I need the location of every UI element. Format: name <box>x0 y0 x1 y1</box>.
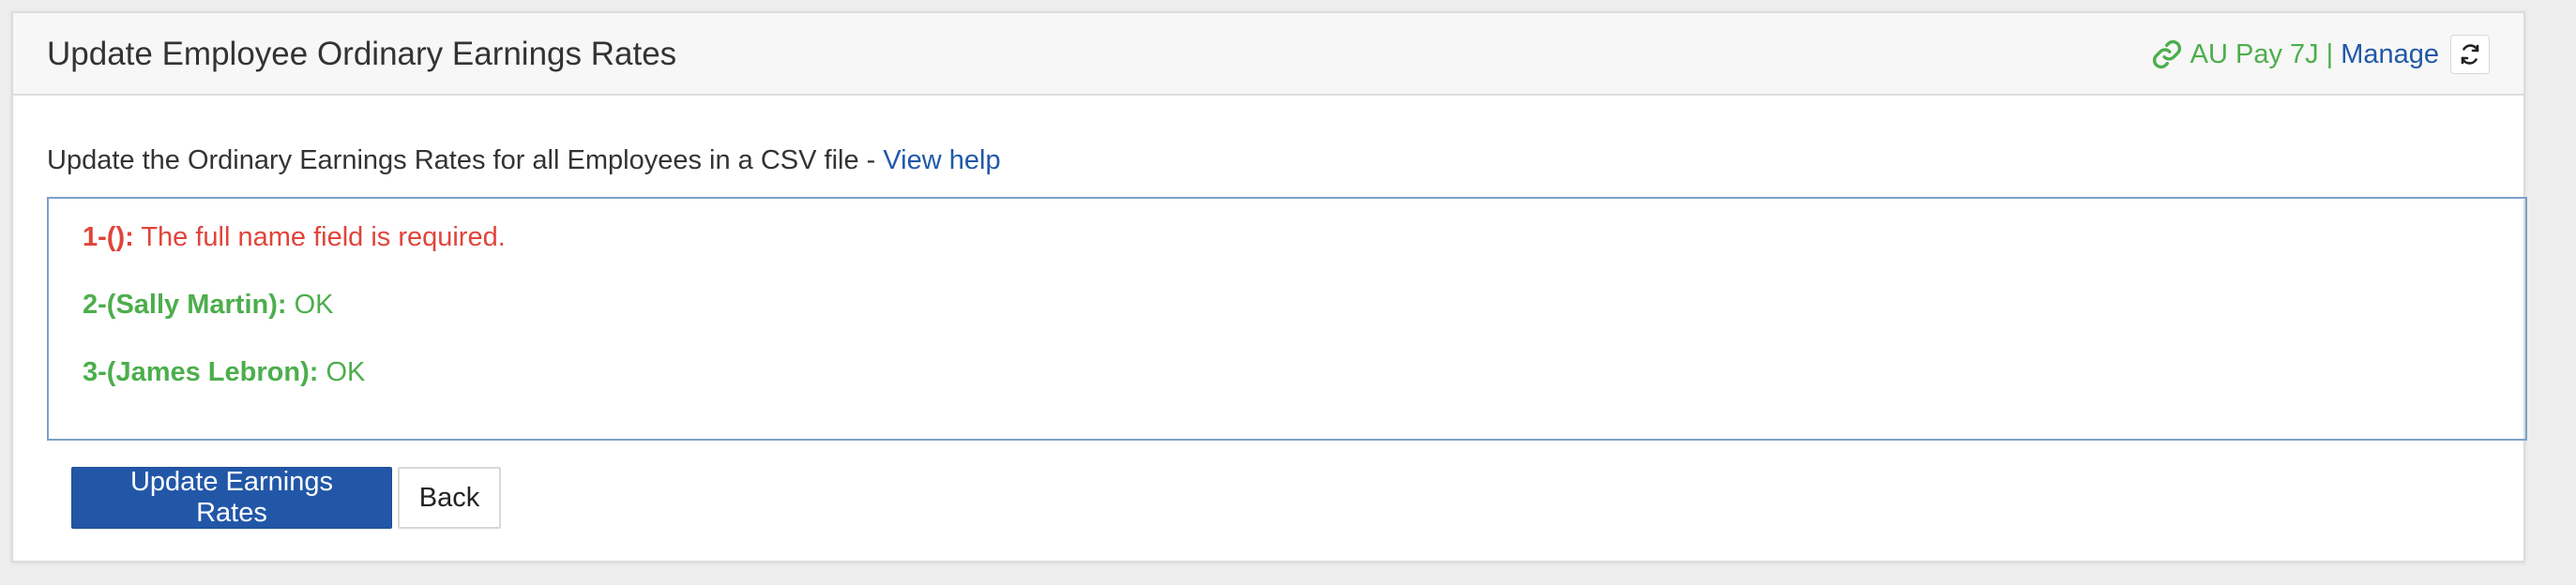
link-icon <box>2152 39 2181 69</box>
intro-description: Update the Ordinary Earnings Rates for a… <box>47 145 884 175</box>
result-message: OK <box>326 357 366 387</box>
update-earnings-rates-button[interactable]: Update Earnings Rates <box>71 467 392 529</box>
result-key: 3-(James Lebron): <box>83 357 319 387</box>
manage-link[interactable]: Manage <box>2341 39 2439 70</box>
header-separator: | <box>2326 38 2334 69</box>
view-help-link[interactable]: View help <box>883 145 1000 175</box>
back-button[interactable]: Back <box>398 467 501 529</box>
action-buttons: Update Earnings Rates Back <box>71 467 501 529</box>
result-row: 1-(): The full name field is required. <box>83 221 506 253</box>
panel-header: Update Employee Ordinary Earnings Rates … <box>13 13 2523 96</box>
result-row: 2-(Sally Martin): OK <box>83 289 334 321</box>
result-key: 1-(): <box>83 222 134 252</box>
result-row: 3-(James Lebron): OK <box>83 356 365 388</box>
intro-text: Update the Ordinary Earnings Rates for a… <box>47 144 1001 176</box>
update-earnings-panel: Update Employee Ordinary Earnings Rates … <box>11 11 2527 562</box>
connection-name: AU Pay 7J <box>2190 38 2319 69</box>
result-message: The full name field is required. <box>141 222 506 252</box>
result-key: 2-(Sally Martin): <box>83 290 287 320</box>
refresh-icon <box>2461 44 2479 65</box>
import-results: 1-(): The full name field is required. 2… <box>47 197 2527 441</box>
page-title: Update Employee Ordinary Earnings Rates <box>47 36 677 72</box>
connection-status: AU Pay 7J | Manage <box>2151 13 2523 96</box>
result-message: OK <box>294 290 334 320</box>
refresh-button[interactable] <box>2450 35 2490 74</box>
